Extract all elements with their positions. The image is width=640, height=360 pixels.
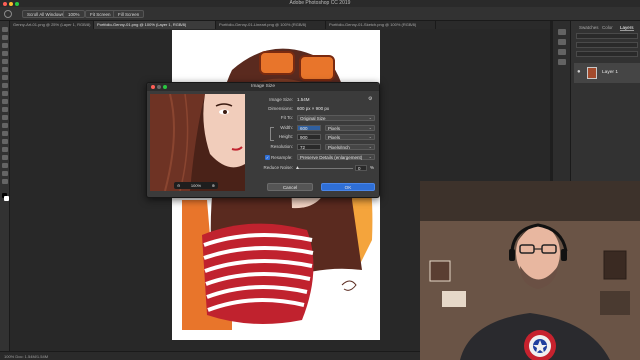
- tab-label: Genny-Art-01.png @ 25% (Layer 1, RGB/8): [13, 22, 91, 27]
- webcam-overlay: [420, 181, 640, 360]
- width-input[interactable]: 600: [297, 125, 321, 131]
- reduce-noise-label: Reduce Noise:: [263, 165, 293, 170]
- history-brush-tool-icon[interactable]: [2, 99, 8, 104]
- adjustments-panel-icon[interactable]: [558, 49, 566, 55]
- blur-tool-icon[interactable]: [2, 123, 8, 128]
- tab-portfolio-sketch[interactable]: Portfolio-Genny-01-Sketch.png @ 100% (RG…: [326, 21, 436, 29]
- brush-tool-icon[interactable]: [2, 83, 8, 88]
- resample-select[interactable]: Preserve Details (enlargement): [297, 154, 375, 160]
- healing-tool-icon[interactable]: [2, 75, 8, 80]
- layer-name: Layer 1: [602, 70, 618, 75]
- reduce-noise-unit: %: [370, 165, 375, 170]
- layer-thumbnail: [587, 67, 597, 79]
- width-unit-select[interactable]: Pixels: [325, 125, 375, 131]
- tab-label: Portfolio-Genny-01-Lineart.png @ 100% (R…: [219, 22, 307, 27]
- zoom-tool-icon[interactable]: [2, 179, 8, 184]
- eye-icon[interactable]: ●: [577, 69, 581, 75]
- crop-tool-icon[interactable]: [2, 59, 8, 64]
- hand-tool-icon[interactable]: [2, 171, 8, 176]
- path-select-tool-icon[interactable]: [2, 155, 8, 160]
- fit-to-label: Fit To:: [280, 115, 293, 120]
- width-label: Width:: [280, 125, 293, 130]
- history-panel-icon[interactable]: [558, 29, 566, 35]
- window-title-bar: Adobe Photoshop CC 2019: [0, 0, 640, 7]
- height-unit-select[interactable]: Pixels: [325, 134, 375, 140]
- dimensions-value: 600 px × 900 px: [297, 106, 330, 111]
- libraries-panel-icon[interactable]: [558, 59, 566, 65]
- resolution-unit-select[interactable]: Pixels/Inch: [325, 144, 375, 150]
- fit-screen-button[interactable]: Fit Screen: [85, 10, 116, 18]
- marquee-tool-icon[interactable]: [2, 35, 8, 40]
- image-preview[interactable]: [150, 94, 245, 191]
- tab-label: Portfolio-Genny-01-Sketch.png @ 100% (RG…: [329, 22, 417, 27]
- lasso-tool-icon[interactable]: [2, 43, 8, 48]
- minimize-dialog-button: [157, 85, 161, 89]
- tab-portfolio-lineart[interactable]: Portfolio-Genny-01-Lineart.png @ 100% (R…: [216, 21, 326, 29]
- layer-filter-field[interactable]: [576, 33, 638, 39]
- resolution-input[interactable]: 72: [297, 144, 321, 150]
- zoom-in-icon[interactable]: ⊕: [212, 182, 215, 189]
- dimensions-label: Dimensions:: [268, 106, 293, 111]
- reduce-noise-slider-track[interactable]: [297, 168, 353, 169]
- reduce-noise-input[interactable]: 0: [355, 165, 367, 171]
- tab-color[interactable]: Color: [602, 25, 613, 30]
- reduce-noise-slider-thumb[interactable]: ▲: [295, 165, 300, 171]
- background-color-swatch[interactable]: [4, 196, 9, 201]
- clone-stamp-tool-icon[interactable]: [2, 91, 8, 96]
- zoom-100-button[interactable]: 100%: [63, 10, 85, 18]
- fit-to-select[interactable]: Original Size: [297, 115, 375, 121]
- dodge-tool-icon[interactable]: [2, 131, 8, 136]
- cancel-button[interactable]: Cancel: [267, 183, 313, 191]
- window-title: Adobe Photoshop CC 2019: [289, 0, 351, 6]
- zoom-window-button[interactable]: [15, 1, 19, 6]
- zoom-out-icon[interactable]: ⊖: [177, 182, 180, 189]
- dialog-title-bar: Image Size: [147, 83, 379, 91]
- resample-label: Resample:: [271, 155, 293, 160]
- preview-zoom-value: 100%: [190, 183, 202, 188]
- document-tabs: Genny-Art-01.png @ 25% (Layer 1, RGB/8) …: [10, 21, 550, 29]
- eyedropper-tool-icon[interactable]: [2, 67, 8, 72]
- scroll-all-windows-button[interactable]: Scroll All Windows: [22, 10, 69, 18]
- height-input[interactable]: 900: [297, 134, 321, 140]
- quick-select-tool-icon[interactable]: [2, 51, 8, 56]
- webcam-video-frame: [420, 181, 640, 360]
- layer-row[interactable]: ● Layer 1: [574, 63, 640, 83]
- eraser-tool-icon[interactable]: [2, 107, 8, 112]
- image-size-label: Image Size:: [269, 97, 293, 102]
- image-size-dialog: Image Size ⊖ 100% ⊕ Image Size: 1.54M ⚙ …: [146, 82, 380, 198]
- status-text: 100% Doc: 1.54M/1.54M: [4, 354, 49, 359]
- type-tool-icon[interactable]: [2, 147, 8, 152]
- close-window-button[interactable]: [3, 1, 7, 6]
- blend-mode-select[interactable]: [576, 42, 638, 48]
- tab-label: Portfolio-Genny-01.png @ 100% (Layer 1, …: [97, 22, 187, 27]
- minimize-window-button[interactable]: [9, 1, 13, 6]
- tab-portfolio-genny[interactable]: Portfolio-Genny-01.png @ 100% (Layer 1, …: [94, 21, 216, 29]
- height-label: Height:: [278, 134, 293, 139]
- shape-tool-icon[interactable]: [2, 163, 8, 168]
- dialog-title: Image Size: [251, 84, 275, 89]
- zoom-tool-icon[interactable]: [4, 10, 12, 18]
- resample-checkbox[interactable]: ✓: [265, 155, 270, 160]
- fill-screen-button[interactable]: Fill Screen: [113, 10, 145, 18]
- image-size-value: 1.54M: [297, 97, 310, 102]
- tab-layers[interactable]: Layers: [620, 25, 634, 31]
- lock-row[interactable]: [576, 51, 638, 57]
- preview-artwork: [150, 94, 245, 191]
- preview-zoom-control: ⊖ 100% ⊕: [174, 182, 218, 189]
- pen-tool-icon[interactable]: [2, 139, 8, 144]
- settings-gear-icon[interactable]: ⚙: [368, 96, 372, 102]
- properties-panel-icon[interactable]: [558, 39, 566, 45]
- options-bar: Scroll All Windows 100% Fit Screen Fill …: [0, 7, 640, 21]
- move-tool-icon[interactable]: [2, 27, 8, 32]
- zoom-dialog-button[interactable]: [163, 85, 167, 89]
- tab-swatches[interactable]: Swatches: [579, 25, 599, 30]
- tools-panel: [0, 21, 10, 351]
- resolution-label: Resolution:: [270, 144, 293, 149]
- ok-button[interactable]: OK: [321, 183, 375, 191]
- gradient-tool-icon[interactable]: [2, 115, 8, 120]
- close-dialog-button[interactable]: [151, 85, 155, 89]
- tab-genny-art[interactable]: Genny-Art-01.png @ 25% (Layer 1, RGB/8): [10, 21, 94, 29]
